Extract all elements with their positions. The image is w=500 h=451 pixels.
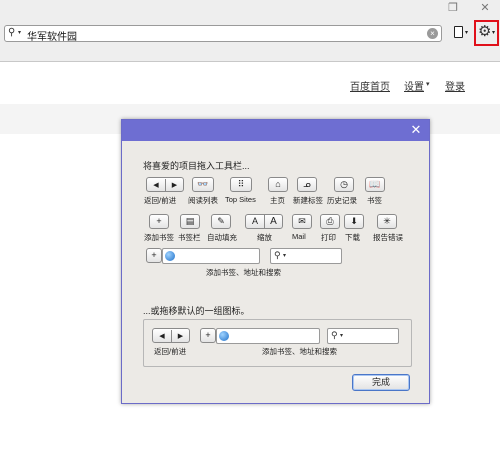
add-bookmark-item[interactable]: +	[149, 214, 169, 229]
glasses-icon: 👓	[197, 179, 209, 189]
home-icon: ⌂	[275, 179, 281, 189]
default-address-field	[216, 328, 320, 344]
chevron-down-icon: ▾	[340, 333, 344, 339]
page-icon	[454, 26, 463, 38]
dialog-titlebar: ✕	[122, 120, 429, 141]
clear-icon[interactable]: ×	[427, 28, 438, 39]
bookmarks-bar-icon: ▤	[185, 216, 195, 226]
settings-menu-button[interactable]: ⚙ ▾	[474, 20, 499, 46]
default-set-instruction: ...或拖移默认的一组图标。	[143, 306, 250, 316]
reading-list-label: 阅读列表	[188, 196, 218, 205]
login-link[interactable]: 登录	[445, 78, 465, 93]
globe-icon	[165, 251, 175, 261]
forward-icon: ▶	[165, 179, 183, 192]
customize-toolbar-dialog: ✕ 将喜爱的项目拖入工具栏... ◀ ▶ 返回/前进 👓 阅读列表 ⠿ Top S…	[121, 119, 430, 404]
search-icon: ⚲	[8, 27, 16, 38]
downloads-item[interactable]: ⬇	[344, 214, 364, 229]
back-forward-item[interactable]: ◀ ▶	[146, 177, 184, 192]
new-tab-icon: ᓄ	[303, 179, 311, 189]
address-search-label: 添加书签、地址和搜索	[206, 268, 281, 277]
mail-item[interactable]: ✉	[292, 214, 312, 229]
new-tab-label: 新建标签	[293, 196, 323, 205]
default-add-bookmark-button: +	[200, 328, 216, 343]
address-field-item[interactable]	[162, 248, 260, 264]
mail-label: Mail	[292, 232, 306, 241]
search-icon: ⚲	[331, 330, 338, 340]
smart-search-field[interactable]: ⚲ ▾ 华军软件园 ×	[4, 25, 442, 43]
search-field-item[interactable]: ⚲ ▾	[270, 248, 342, 264]
home-label: 主页	[270, 196, 285, 205]
search-icon: ⚲	[274, 250, 281, 260]
grid-icon: ⠿	[237, 179, 245, 189]
bookmarks-bar-label: 书签栏	[178, 233, 201, 242]
gear-icon: ⚙	[478, 23, 492, 40]
print-label: 打印	[321, 233, 336, 242]
done-button[interactable]: 完成	[352, 374, 410, 391]
forward-icon: ▶	[171, 330, 189, 343]
bookmarks-label: 书签	[367, 196, 382, 205]
autofill-label: 自动填充	[207, 233, 237, 242]
chevron-down-icon: ▾	[492, 30, 496, 36]
history-item[interactable]: ◷	[334, 177, 354, 192]
clock-icon: ◷	[340, 179, 348, 189]
default-set-box[interactable]: ◀ ▶ 返回/前进 + ⚲ ▾ 添加书签、地址和搜索	[143, 319, 412, 367]
default-search-field: ⚲ ▾	[327, 328, 399, 344]
settings-link[interactable]: 设置	[404, 78, 424, 93]
zoom-item[interactable]: AA	[245, 214, 283, 229]
default-back-forward-label: 返回/前进	[154, 347, 187, 356]
close-window-icon[interactable]: ✕	[474, 1, 496, 15]
add-bookmark-label: 添加书签	[144, 233, 174, 242]
new-tab-item[interactable]: ᓄ	[297, 177, 317, 192]
drag-instruction: 将喜爱的项目拖入工具栏...	[143, 161, 250, 171]
page-menu-button[interactable]: ▾	[452, 25, 474, 42]
printer-icon: ⎙	[326, 216, 334, 226]
report-bug-item[interactable]: ✳	[377, 214, 397, 229]
add-bookmark-combo-button[interactable]: +	[146, 248, 162, 263]
back-icon: ◀	[153, 182, 159, 189]
plus-icon: +	[151, 250, 157, 260]
chevron-down-icon: ▾	[18, 30, 22, 36]
history-label: 历史记录	[327, 196, 357, 205]
download-icon: ⬇	[350, 216, 358, 226]
default-address-search-label: 添加书签、地址和搜索	[262, 347, 337, 356]
bug-icon: ✳	[383, 216, 391, 226]
downloads-label: 下载	[345, 233, 360, 242]
chevron-down-icon: ▾	[465, 30, 469, 36]
top-sites-label: Top Sites	[225, 195, 256, 204]
top-sites-item[interactable]: ⠿	[230, 177, 252, 192]
search-query-text: 华军软件园	[27, 32, 77, 43]
browser-toolbar: ❐ ✕ ⚲ ▾ 华军软件园 × ▾ ⚙ ▾	[0, 0, 500, 62]
back-icon: ◀	[159, 333, 165, 340]
report-bug-label: 报告错误	[373, 233, 403, 242]
restore-window-icon[interactable]: ❐	[442, 1, 464, 15]
print-item[interactable]: ⎙	[320, 214, 340, 229]
close-icon[interactable]: ✕	[409, 123, 423, 137]
plus-icon: +	[156, 216, 162, 226]
bookmarks-bar-item[interactable]: ▤	[180, 214, 200, 229]
bookmarks-item[interactable]: 📖	[365, 177, 385, 192]
reading-list-item[interactable]: 👓	[192, 177, 214, 192]
zoom-in-icon: A	[264, 215, 282, 228]
envelope-icon: ✉	[298, 216, 306, 226]
plus-icon: +	[205, 330, 211, 340]
home-item[interactable]: ⌂	[268, 177, 288, 192]
pen-icon: ✎	[217, 216, 225, 226]
default-back-forward-item: ◀ ▶	[152, 328, 190, 343]
autofill-item[interactable]: ✎	[211, 214, 231, 229]
chevron-down-icon: ▾	[283, 253, 287, 259]
book-icon: 📖	[369, 179, 381, 189]
baidu-home-link[interactable]: 百度首页	[350, 78, 390, 93]
zoom-label: 缩放	[257, 233, 272, 242]
chevron-down-icon: ▾	[426, 81, 430, 88]
globe-icon	[219, 331, 229, 341]
page-top-nav: 百度首页 设置 ▾ 登录	[350, 78, 490, 93]
back-forward-label: 返回/前进	[144, 196, 177, 205]
zoom-out-icon: A	[251, 216, 258, 226]
